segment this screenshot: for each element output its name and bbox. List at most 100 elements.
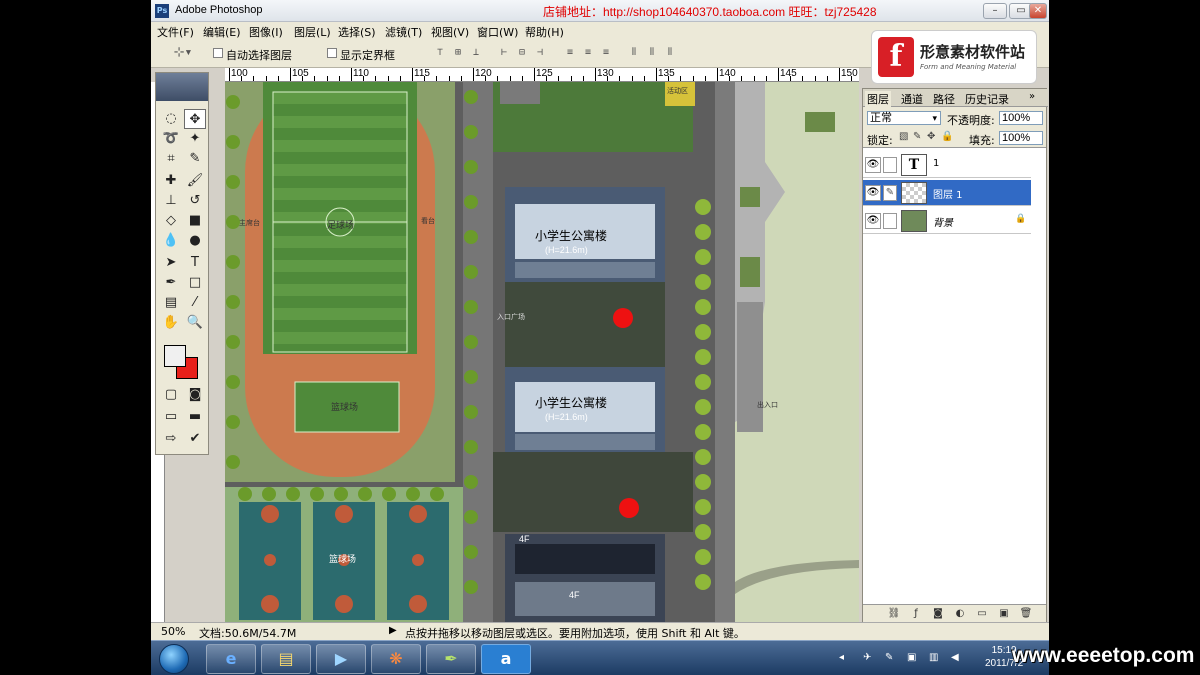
- menu-layer[interactable]: 图层(L): [294, 24, 331, 40]
- eraser-tool-icon[interactable]: ◇: [160, 211, 182, 231]
- panel-menu-icon[interactable]: »: [1029, 91, 1035, 102]
- blur-tool-icon[interactable]: 💧: [160, 231, 182, 251]
- dodge-tool-icon[interactable]: ●: [184, 231, 206, 251]
- menu-help[interactable]: 帮助(H): [525, 24, 564, 40]
- start-button[interactable]: [159, 644, 189, 674]
- photoshop-taskbar-icon[interactable]: ❋: [371, 644, 421, 674]
- tab-paths[interactable]: 路径: [933, 91, 955, 107]
- show-bounds-checkbox[interactable]: [327, 48, 337, 58]
- move-tool-preset-icon[interactable]: ⊹▾: [171, 46, 195, 59]
- new-group-icon[interactable]: ▭: [975, 607, 989, 621]
- feather-app-icon[interactable]: ✒: [426, 644, 476, 674]
- lock-paint-icon[interactable]: ✎: [913, 131, 921, 142]
- toolbox-header[interactable]: [156, 73, 208, 101]
- brush-tool-icon[interactable]: 🖌: [184, 171, 206, 191]
- align-hcenter-icon[interactable]: ⊟: [515, 47, 529, 59]
- menu-view[interactable]: 视图(V): [431, 24, 469, 40]
- standard-mode-icon[interactable]: ▢: [160, 385, 182, 405]
- eyedropper-icon[interactable]: ⁄: [184, 293, 206, 313]
- link-slot[interactable]: [883, 213, 897, 229]
- eye-icon[interactable]: 👁: [865, 213, 881, 229]
- distribute-hcenter-icon[interactable]: ⦀: [645, 47, 659, 59]
- shape-tool-icon[interactable]: □: [184, 273, 206, 293]
- menu-file[interactable]: 文件(F): [157, 24, 194, 40]
- adjustment-layer-icon[interactable]: ◐: [953, 607, 967, 621]
- hand-tool-icon[interactable]: ✋: [160, 313, 182, 333]
- link-layers-icon[interactable]: ⛓: [887, 607, 901, 621]
- stamp-tool-icon[interactable]: ⊥: [160, 191, 182, 211]
- type-tool-icon[interactable]: T: [184, 253, 206, 273]
- file-explorer-icon[interactable]: ▤: [261, 644, 311, 674]
- arrow-right-icon[interactable]: ▶: [389, 625, 397, 636]
- new-layer-icon[interactable]: ▣: [997, 607, 1011, 621]
- align-top-icon[interactable]: ⊤: [433, 47, 447, 59]
- align-left-icon[interactable]: ⊢: [497, 47, 511, 59]
- path-select-icon[interactable]: ➤: [160, 253, 182, 273]
- check-icon[interactable]: ✔: [184, 429, 206, 449]
- tab-channels[interactable]: 通道: [901, 91, 923, 107]
- menu-filter[interactable]: 滤镜(T): [385, 24, 422, 40]
- lock-move-icon[interactable]: ✥: [927, 131, 935, 142]
- history-brush-icon[interactable]: ↺: [184, 191, 206, 211]
- menu-select[interactable]: 选择(S): [338, 24, 376, 40]
- tray-battery-icon[interactable]: ▥: [929, 652, 938, 663]
- align-right-icon[interactable]: ⊣: [533, 47, 547, 59]
- distribute-top-icon[interactable]: ≡: [563, 47, 577, 59]
- tab-layers[interactable]: 图层: [865, 91, 891, 107]
- pen-tool-icon[interactable]: ✒: [160, 273, 182, 293]
- eye-icon[interactable]: 👁: [865, 185, 881, 201]
- fullscreen-mode-icon[interactable]: ▬: [184, 407, 206, 427]
- foreground-color-swatch[interactable]: [164, 345, 186, 367]
- slice-tool-icon[interactable]: ✎: [184, 149, 206, 169]
- move-tool-icon[interactable]: ✥: [184, 109, 206, 129]
- link-slot[interactable]: [883, 157, 897, 173]
- layer-mask-icon[interactable]: ◙: [931, 607, 945, 621]
- distribute-bottom-icon[interactable]: ≡: [599, 47, 613, 59]
- distribute-vcenter-icon[interactable]: ≡: [581, 47, 595, 59]
- tray-pin-icon[interactable]: ✈: [863, 652, 871, 663]
- lock-transparent-icon[interactable]: ▧: [899, 131, 908, 142]
- zoom-level[interactable]: 50%: [161, 625, 185, 638]
- layer-style-icon[interactable]: ƒ: [909, 607, 923, 621]
- gradient-tool-icon[interactable]: ■: [184, 211, 206, 231]
- distribute-right-icon[interactable]: ⦀: [663, 47, 677, 59]
- magic-wand-icon[interactable]: ✦: [184, 129, 206, 149]
- menu-image[interactable]: 图像(I): [249, 24, 283, 40]
- align-bottom-icon[interactable]: ⊥: [469, 47, 483, 59]
- crop-tool-icon[interactable]: ⌗: [160, 149, 182, 169]
- align-vcenter-icon[interactable]: ⊞: [451, 47, 465, 59]
- tray-network-icon[interactable]: ✎: [885, 652, 893, 663]
- tray-volume-icon[interactable]: ◀: [951, 652, 959, 663]
- screen-mode-icon[interactable]: ▭: [160, 407, 182, 427]
- auto-select-checkbox[interactable]: [213, 48, 223, 58]
- media-player-icon[interactable]: ▶: [316, 644, 366, 674]
- tray-flag-icon[interactable]: ◂: [839, 652, 844, 663]
- blend-mode-select[interactable]: 正常 ▾: [867, 111, 941, 125]
- menu-window[interactable]: 窗口(W): [477, 24, 518, 40]
- opacity-field[interactable]: 100%: [999, 111, 1043, 125]
- document-canvas[interactable]: 小学生公寓楼 (H=21.6m) 小学生公寓楼 (H=21.6m) 足球场 篮球…: [225, 82, 859, 622]
- document-size[interactable]: 文档:50.6M/54.7M: [199, 625, 296, 641]
- close-button[interactable]: ✕: [1029, 3, 1047, 19]
- trash-icon[interactable]: 🗑: [1019, 607, 1033, 621]
- a-app-icon[interactable]: a: [481, 644, 531, 674]
- tab-history[interactable]: 历史记录: [965, 91, 1009, 107]
- distribute-left-icon[interactable]: ⦀: [627, 47, 641, 59]
- layer-row[interactable]: 👁 ✎ 图层 1: [863, 180, 1031, 206]
- healing-brush-icon[interactable]: ✚: [160, 171, 182, 191]
- lasso-tool-icon[interactable]: ➰: [160, 129, 182, 149]
- zoom-tool-icon[interactable]: 🔍: [184, 313, 206, 333]
- jump-to-imageready-icon[interactable]: ⇨: [160, 429, 182, 449]
- tray-monitor-icon[interactable]: ▣: [907, 652, 916, 663]
- minimize-button[interactable]: –: [983, 3, 1007, 19]
- layer-row[interactable]: 👁 T 1: [863, 152, 1031, 178]
- quickmask-mode-icon[interactable]: ◙: [184, 385, 206, 405]
- fill-field[interactable]: 100%: [999, 131, 1043, 145]
- eye-icon[interactable]: 👁: [865, 157, 881, 173]
- layer-row[interactable]: 👁 背景 🔒: [863, 208, 1031, 234]
- lock-all-icon[interactable]: 🔒: [941, 131, 953, 142]
- menu-edit[interactable]: 编辑(E): [203, 24, 241, 40]
- internet-explorer-icon[interactable]: e: [206, 644, 256, 674]
- notes-tool-icon[interactable]: ▤: [160, 293, 182, 313]
- brush-icon[interactable]: ✎: [883, 185, 897, 201]
